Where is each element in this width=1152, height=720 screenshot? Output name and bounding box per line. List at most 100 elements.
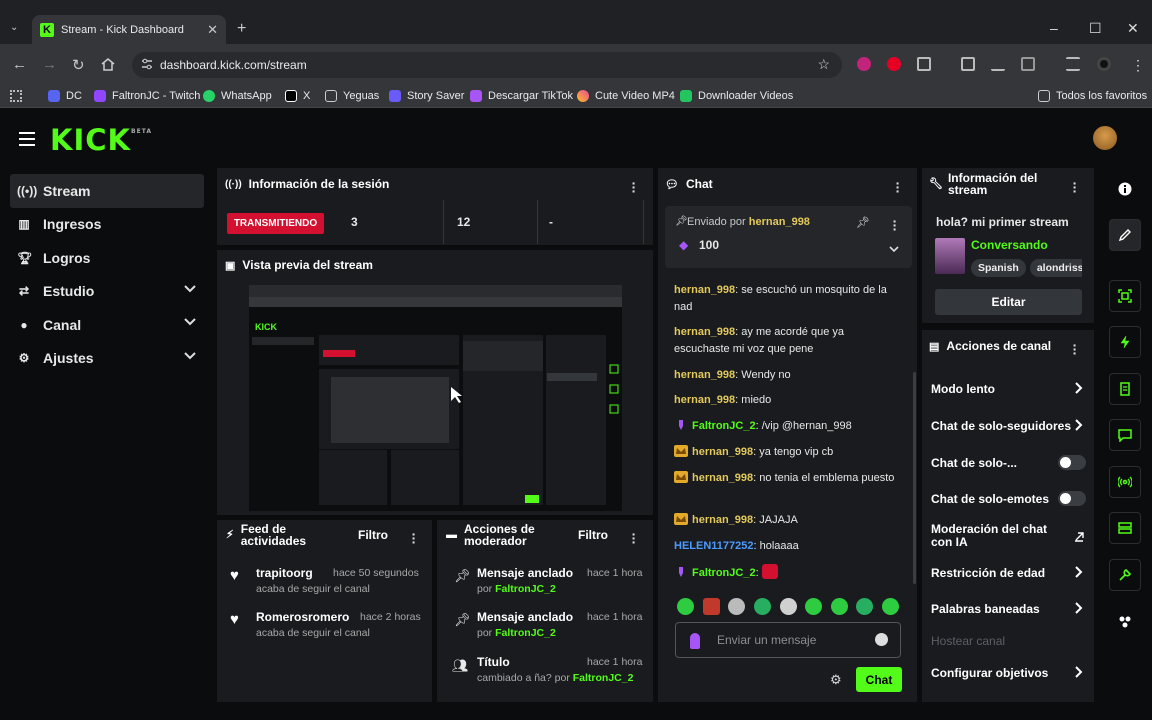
stream-preview-video[interactable]: KICK bbox=[249, 285, 622, 511]
toggle-chat-solo-emotes[interactable] bbox=[1058, 491, 1086, 506]
bookmark-twitch[interactable]: FaltronJC - Twitch bbox=[94, 90, 200, 102]
sidebar-item-canal[interactable]: ● Canal bbox=[10, 308, 204, 342]
bookmark-story-saver[interactable]: Story Saver bbox=[389, 90, 464, 102]
emote-icon[interactable] bbox=[831, 598, 848, 615]
media-control-icon[interactable] bbox=[1066, 57, 1080, 71]
document-icon[interactable] bbox=[1109, 373, 1141, 405]
sidebar-item-logros[interactable]: 🏆︎ Logros bbox=[10, 241, 204, 275]
browser-tab[interactable]: K Stream - Kick Dashboard ✕ bbox=[32, 15, 226, 44]
bookmark-x[interactable]: X bbox=[285, 90, 310, 102]
send-chat-button[interactable]: Chat bbox=[856, 667, 902, 692]
emote-icon[interactable] bbox=[728, 598, 745, 615]
chat-username[interactable]: hernan_998 bbox=[674, 326, 735, 338]
action-moderacion-ia[interactable]: Moderación del chat con IA bbox=[931, 523, 1056, 549]
action-modo-lento[interactable]: Modo lento bbox=[931, 382, 1091, 396]
chevron-right-icon[interactable] bbox=[1074, 566, 1084, 578]
chat-menu-icon[interactable]: · · · bbox=[895, 176, 901, 198]
translate-icon[interactable] bbox=[1021, 57, 1035, 71]
kick-logo[interactable]: KICKBETA bbox=[50, 123, 152, 157]
new-tab-button[interactable]: + bbox=[237, 20, 246, 38]
action-configurar-objetivos[interactable]: Configurar objetivos bbox=[931, 666, 1091, 680]
maximize-button[interactable]: ☐ bbox=[1089, 20, 1102, 37]
category-thumbnail[interactable] bbox=[935, 238, 965, 274]
chat-scrollbar[interactable] bbox=[913, 372, 916, 584]
chat-username[interactable]: hernan_998 bbox=[674, 284, 735, 296]
bookmark-star-icon[interactable]: ☆ bbox=[817, 56, 830, 73]
pinned-menu-icon[interactable]: · · · bbox=[892, 214, 898, 236]
address-bar[interactable]: dashboard.kick.com/stream ☆ bbox=[132, 52, 842, 78]
all-bookmarks[interactable]: Todos los favoritos bbox=[1038, 90, 1147, 102]
broadcast-icon[interactable] bbox=[1109, 466, 1141, 498]
extension-icon-1[interactable] bbox=[857, 57, 871, 71]
edit-stream-button[interactable]: Editar bbox=[935, 289, 1082, 315]
menu-hamburger-icon[interactable] bbox=[19, 132, 35, 146]
sidebar-item-stream[interactable]: ((•)) Stream bbox=[10, 174, 204, 208]
session-menu-icon[interactable]: · · · bbox=[631, 176, 637, 198]
emote-icon[interactable] bbox=[754, 598, 771, 615]
pinned-user[interactable]: hernan_998 bbox=[749, 216, 810, 228]
sidebar-item-estudio[interactable]: ⇄ Estudio bbox=[10, 275, 204, 309]
emote-icon[interactable] bbox=[677, 598, 694, 615]
emote-icon[interactable] bbox=[856, 598, 873, 615]
home-icon[interactable] bbox=[101, 58, 115, 71]
tag[interactable]: alondrissa bbox=[1029, 259, 1082, 277]
chat-username[interactable]: hernan_998 bbox=[692, 514, 753, 526]
feed-item-name[interactable]: Romerosromero bbox=[256, 610, 370, 624]
info-icon[interactable] bbox=[1109, 173, 1141, 205]
emoji-icon[interactable] bbox=[875, 633, 888, 646]
add-widget-icon[interactable] bbox=[1109, 606, 1141, 638]
chat-username[interactable]: FaltronJC_2 bbox=[692, 567, 756, 579]
chat-settings-icon[interactable]: ⚙ bbox=[830, 672, 842, 688]
chat-input[interactable]: Enviar un mensaje bbox=[675, 622, 901, 658]
bookmark-downloader-videos[interactable]: Downloader Videos bbox=[680, 90, 793, 102]
profile-icon[interactable] bbox=[1097, 57, 1111, 71]
lightning-icon[interactable] bbox=[1109, 326, 1141, 358]
emote-icon[interactable] bbox=[882, 598, 899, 615]
extensions-puzzle-icon[interactable] bbox=[917, 57, 931, 71]
chat-username[interactable]: hernan_998 bbox=[674, 394, 735, 406]
back-icon[interactable]: ← bbox=[12, 56, 27, 73]
chat-username[interactable]: FaltronJC_2 bbox=[692, 420, 756, 432]
emote-icon[interactable] bbox=[703, 598, 720, 615]
external-link-icon[interactable] bbox=[1074, 530, 1084, 542]
chevron-right-icon[interactable] bbox=[1074, 602, 1084, 614]
bookmark-whatsapp[interactable]: WhatsApp bbox=[203, 90, 272, 102]
action-restriccion-edad[interactable]: Restricción de edad bbox=[931, 566, 1091, 580]
download-icon[interactable] bbox=[991, 57, 1005, 71]
mod-item-user[interactable]: FaltronJC_2 bbox=[495, 583, 556, 595]
chat-username[interactable]: HELEN1177252 bbox=[674, 540, 754, 552]
channel-actions-menu-icon[interactable]: · · · bbox=[1072, 338, 1078, 360]
unpin-icon[interactable]: 📌︎ bbox=[856, 216, 870, 229]
chevron-right-icon[interactable] bbox=[1074, 382, 1084, 394]
pinned-message[interactable]: 📌︎ Enviado por hernan_998 📌︎ · · · ◆ 100 bbox=[665, 206, 912, 268]
feed-menu-icon[interactable]: · · · bbox=[411, 527, 417, 549]
tab-search-icon[interactable]: ⌄ bbox=[10, 22, 18, 33]
wrench-icon[interactable] bbox=[1109, 559, 1141, 591]
close-window-button[interactable]: ✕ bbox=[1127, 20, 1139, 37]
emote-icon[interactable] bbox=[780, 598, 797, 615]
mod-menu-icon[interactable]: · · · bbox=[631, 527, 637, 549]
action-chat-solo-seguidores[interactable]: Chat de solo-seguidores bbox=[931, 419, 1076, 433]
category-name[interactable]: Conversando bbox=[971, 238, 1048, 252]
screenshot-icon[interactable] bbox=[961, 57, 975, 71]
sidebar-item-ajustes[interactable]: ⚙ Ajustes bbox=[10, 342, 204, 376]
forward-icon[interactable]: → bbox=[42, 56, 57, 73]
minimize-button[interactable]: – bbox=[1050, 20, 1058, 36]
toggle-chat-solo-subs[interactable] bbox=[1058, 455, 1086, 470]
layout-icon[interactable] bbox=[1109, 512, 1141, 544]
feed-filter-button[interactable]: Filtro bbox=[358, 528, 388, 542]
chevron-down-icon[interactable] bbox=[889, 246, 899, 253]
bookmark-dc[interactable]: DC bbox=[48, 90, 82, 102]
chat-username[interactable]: hernan_998 bbox=[692, 472, 753, 484]
user-avatar[interactable] bbox=[1093, 126, 1117, 150]
stream-info-menu-icon[interactable]: · · · bbox=[1072, 176, 1078, 198]
mod-filter-button[interactable]: Filtro bbox=[578, 528, 608, 542]
mod-item-user[interactable]: FaltronJC_2 bbox=[495, 627, 556, 639]
emote-icon[interactable] bbox=[805, 598, 822, 615]
edit-pencil-icon[interactable] bbox=[1109, 219, 1141, 251]
screenshot-capture-icon[interactable] bbox=[1109, 280, 1141, 312]
tab-close-icon[interactable]: ✕ bbox=[207, 22, 218, 38]
browser-menu-icon[interactable]: ⋮ bbox=[1131, 57, 1145, 74]
action-palabras-baneadas[interactable]: Palabras baneadas bbox=[931, 602, 1091, 616]
reload-icon[interactable]: ↻ bbox=[72, 56, 85, 74]
